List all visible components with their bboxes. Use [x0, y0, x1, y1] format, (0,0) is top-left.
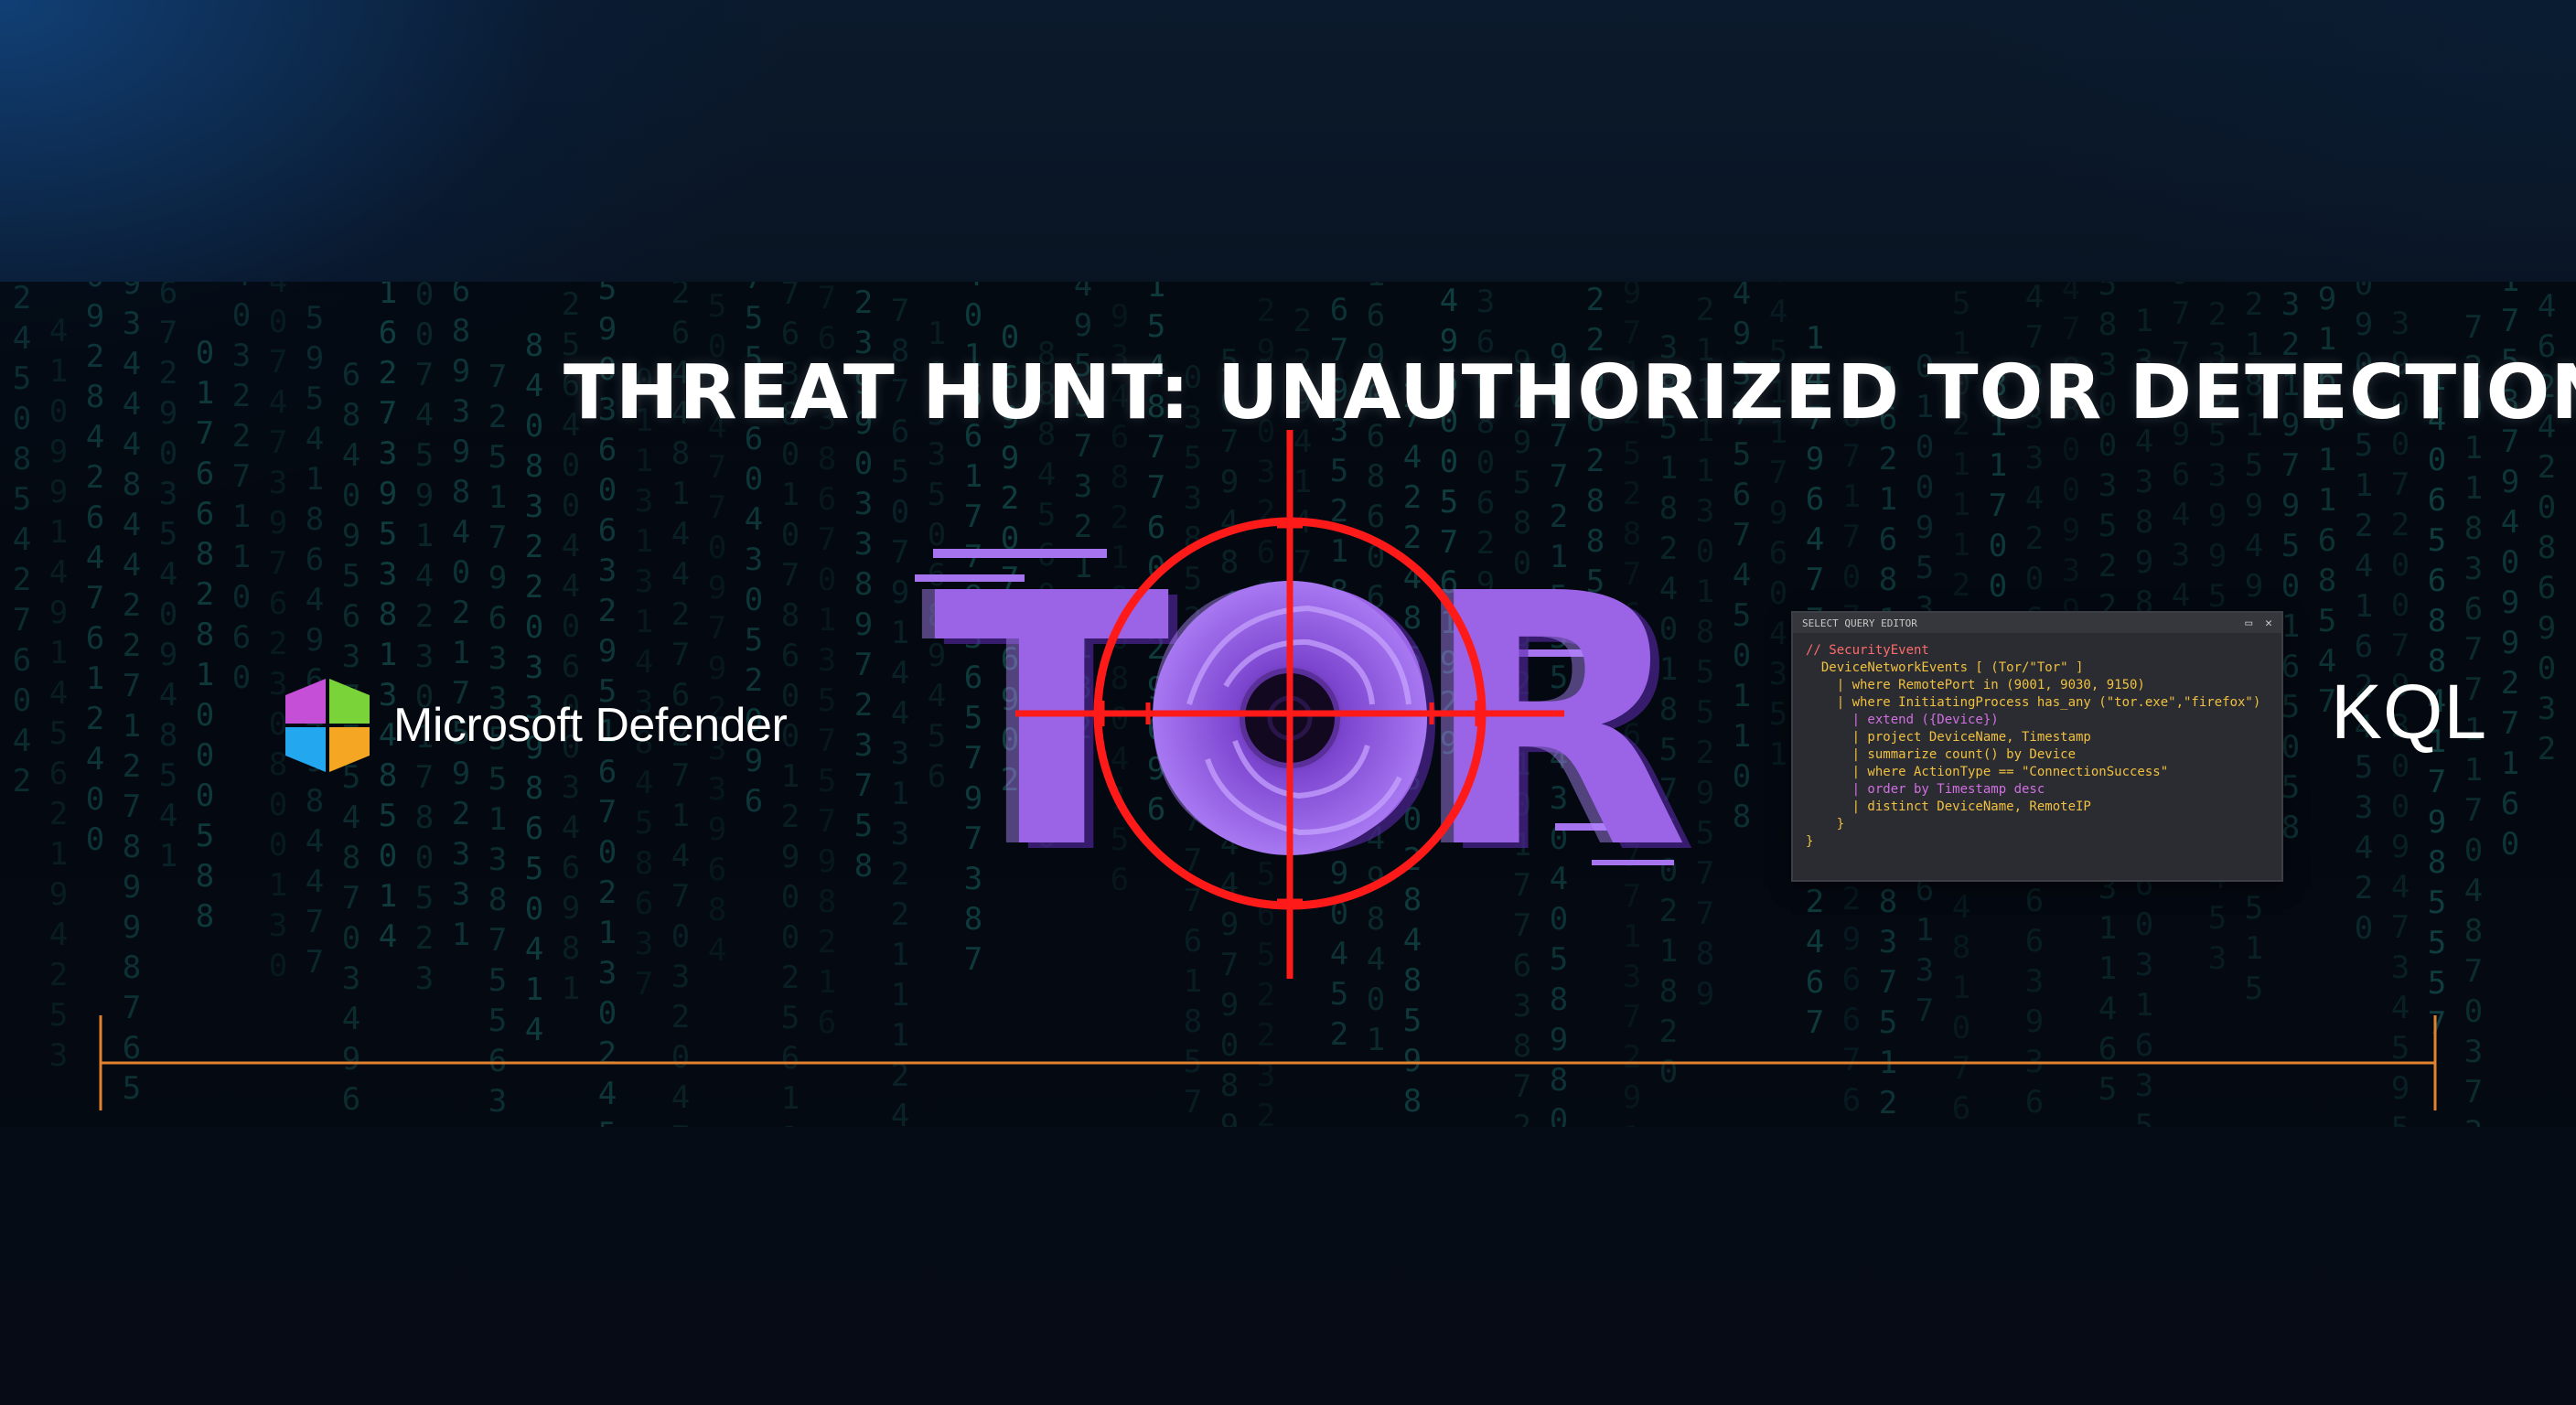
binary-rain-column: 407473976230800130: [260, 282, 296, 988]
code-line: // SecurityEvent: [1806, 643, 1929, 658]
editor-code-body: // SecurityEvent DeviceNetworkEvents [ (…: [1793, 633, 2281, 860]
defender-shield-icon: [285, 679, 370, 772]
binary-rain-column: 2450854276042: [4, 282, 40, 803]
binary-rain-column: 4109914914562194253: [40, 313, 77, 1078]
code-line: }: [1806, 834, 1814, 849]
binary-rain-column: 0316273953813485014: [370, 282, 406, 959]
crosshair-icon: [1015, 430, 1564, 979]
page-title: THREAT HUNT: UNAUTHORIZED TOR DETECTION: [564, 349, 2576, 436]
binary-rain-column: 240322711060: [223, 282, 260, 700]
code-line: DeviceNetworkEvents [ (Tor/"Tor" ]: [1806, 660, 2084, 675]
code-line: | summarize count() by Device: [1806, 747, 2077, 762]
maximize-icon[interactable]: ▭: [2245, 615, 2252, 632]
binary-rain-column: 3092842647612400: [77, 282, 113, 862]
binary-rain-column: 3007459142301780523: [406, 282, 443, 1001]
close-icon[interactable]: ✕: [2265, 615, 2272, 632]
tor-logo: TOR: [915, 430, 1701, 997]
editor-title: SELECT QUERY EDITOR: [1802, 617, 1917, 629]
code-line: }: [1806, 817, 1845, 831]
defender-label: Microsoft Defender: [393, 699, 788, 752]
code-line: | project DeviceName, Timestamp: [1806, 730, 2091, 745]
binary-rain-column: 59541864964984477: [296, 300, 333, 984]
code-line: | where ActionType == "ConnectionSuccess…: [1806, 765, 2169, 779]
microsoft-defender-logo: Microsoft Defender: [284, 675, 788, 776]
target-reticle: [1015, 430, 1564, 979]
binary-rain-column: 23672903540948541: [150, 282, 187, 878]
binary-rain-column: 6691661168547: [2309, 282, 2345, 724]
code-line: | order by Timestamp desc: [1806, 782, 2045, 797]
binary-rain-column: 934448442271278998765: [113, 282, 150, 1110]
code-line: | extend ({Device}): [1806, 713, 1999, 727]
code-line: | distinct DeviceName, RemoteIP: [1806, 799, 2091, 814]
binary-rain-column: 268939840217592331: [443, 282, 479, 957]
editor-titlebar: SELECT QUERY EDITOR ▭ ✕: [1793, 613, 2281, 633]
code-line: | where InitiatingProcess has_any ("tor.…: [1806, 695, 2261, 710]
kql-label: KQL: [2331, 669, 2488, 755]
binary-rain-column: 017668281000588: [187, 335, 223, 938]
code-line: | where RemotePort in (9001, 9030, 9150): [1806, 678, 2145, 692]
kql-code-editor: SELECT QUERY EDITOR ▭ ✕ // SecurityEvent…: [1791, 611, 2283, 882]
timeline-bar: [99, 1015, 2437, 1110]
